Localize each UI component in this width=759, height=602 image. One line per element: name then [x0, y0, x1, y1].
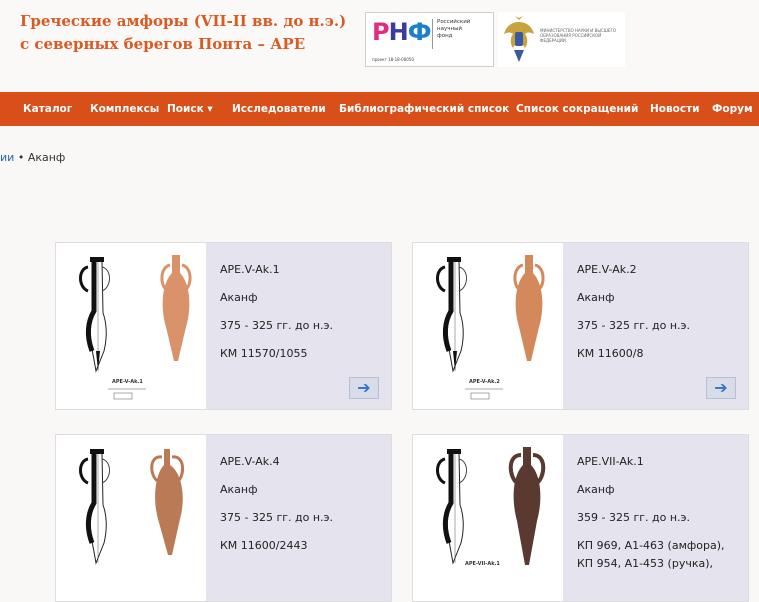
rnf-name-line2: научный — [437, 26, 462, 32]
card-center: Аканф — [577, 291, 615, 304]
site-title[interactable]: Греческие амфоры (VII-II вв. до н.э.) с … — [20, 10, 346, 56]
site-title-line1[interactable]: Греческие амфоры (VII-II вв. до н.э.) — [20, 10, 346, 33]
nav-search[interactable]: Поиск ▾ — [167, 92, 213, 126]
card-code[interactable]: APE.V-Ak.4 — [220, 455, 280, 468]
amphora-card[interactable]: APE.V-Ak.4 Аканф 375 - 325 гг. до н.э. К… — [55, 434, 392, 602]
card-code[interactable]: APE.V-Ak.2 — [577, 263, 637, 276]
rnf-logo-box[interactable]: РНФ Российский научный фонд проект 18-18… — [365, 12, 494, 67]
card-center: Аканф — [220, 291, 258, 304]
card-info: APE.VII-Ak.1 Аканф 359 - 325 гг. до н.э.… — [563, 435, 748, 601]
rnf-letter-2: Н — [388, 18, 409, 46]
amphora-drawing-icon — [79, 449, 184, 565]
nav-complexes[interactable]: Комплексы — [90, 92, 159, 126]
breadcrumb: ии • Аканф — [0, 151, 65, 164]
nav-forum[interactable]: Форум — [712, 92, 753, 126]
card-inventory: КМ 11570/1055 — [220, 347, 308, 360]
amphora-image[interactable] — [56, 435, 206, 601]
card-inventory: КМ 11600/2443 — [220, 539, 308, 552]
drawing-label: APE-V-Ak.1 — [112, 379, 143, 385]
card-info: APE.V-Ak.4 Аканф 375 - 325 гг. до н.э. К… — [206, 435, 391, 601]
amphora-image[interactable]: APE-VII-Ak.1 — [413, 435, 563, 601]
drawing-label: APE-VII-Ak.1 — [465, 561, 500, 567]
open-card-button[interactable]: ➔ — [706, 377, 736, 399]
amphora-card[interactable]: APE-VII-Ak.1 APE.VII-Ak.1 Аканф 359 - 32… — [412, 434, 749, 602]
card-code[interactable]: APE.VII-Ak.1 — [577, 455, 644, 468]
main-nav: Каталог Комплексы Поиск ▾ Исследователи … — [0, 92, 759, 126]
rnf-name-line1: Российский — [437, 19, 471, 25]
card-center: Аканф — [577, 483, 615, 496]
rnf-grant: проект 18-18-00050 — [372, 57, 414, 62]
breadcrumb-separator: • — [17, 151, 25, 164]
rnf-letter-1: Р — [372, 18, 390, 46]
nav-bibliography[interactable]: Библиографический список — [339, 92, 509, 126]
breadcrumb-current: Аканф — [27, 151, 66, 164]
card-info: APE.V-Ak.1 Аканф 375 - 325 гг. до н.э. К… — [206, 243, 391, 409]
breadcrumb-link[interactable]: ии — [0, 151, 14, 164]
amphora-image[interactable]: APE-V-Ak.2 — [413, 243, 563, 409]
ministry-logo-box[interactable]: МИНИСТЕРСТВО НАУКИ И ВЫСШЕГО ОБРАЗОВАНИЯ… — [498, 12, 625, 67]
site-header: Греческие амфоры (VII-II вв. до н.э.) с … — [0, 0, 759, 86]
arrow-right-icon: ➔ — [714, 378, 728, 397]
card-date: 375 - 325 гг. до н.э. — [220, 319, 334, 332]
rnf-name: Российский научный фонд — [437, 19, 470, 40]
site-title-line2[interactable]: с северных берегов Понта – АРЕ — [20, 33, 346, 56]
card-date: 375 - 325 гг. до н.э. — [577, 319, 691, 332]
rnf-name-line3: фонд — [437, 33, 453, 39]
rnf-divider — [432, 19, 433, 49]
card-center: Аканф — [220, 483, 258, 496]
arrow-right-icon: ➔ — [357, 378, 371, 397]
card-code[interactable]: APE.V-Ak.1 — [220, 263, 280, 276]
amphora-card[interactable]: APE-V-Ak.1 APE.V-Ak.1 Аканф 375 - 325 гг… — [55, 242, 392, 410]
ministry-name: МИНИСТЕРСТВО НАУКИ И ВЫСШЕГО ОБРАЗОВАНИЯ… — [540, 28, 617, 43]
amphora-image[interactable]: APE-V-Ak.1 — [56, 243, 206, 409]
nav-catalog[interactable]: Каталог — [23, 92, 72, 126]
amphora-card[interactable]: APE-V-Ak.2 APE.V-Ak.2 Аканф 375 - 325 гг… — [412, 242, 749, 410]
card-inventory-2: КП 954, А1-453 (ручка), — [577, 557, 714, 570]
card-inventory: КМ 11600/8 — [577, 347, 644, 360]
card-info: APE.V-Ak.2 Аканф 375 - 325 гг. до н.э. К… — [563, 243, 748, 409]
card-date: 375 - 325 гг. до н.э. — [220, 511, 334, 524]
rnf-logo: РНФ — [372, 18, 431, 46]
drawing-label: APE-V-Ak.2 — [469, 379, 500, 385]
eagle-emblem-icon — [504, 16, 534, 62]
nav-abbreviations[interactable]: Список сокращений — [516, 92, 638, 126]
amphora-drawing-icon — [436, 447, 546, 565]
nav-news[interactable]: Новости — [650, 92, 700, 126]
card-inventory: КП 969, А1-463 (амфора), — [577, 539, 725, 552]
nav-researchers[interactable]: Исследователи — [232, 92, 326, 126]
card-date: 359 - 325 гг. до н.э. — [577, 511, 691, 524]
rnf-letter-3: Ф — [407, 18, 432, 46]
open-card-button[interactable]: ➔ — [349, 377, 379, 399]
